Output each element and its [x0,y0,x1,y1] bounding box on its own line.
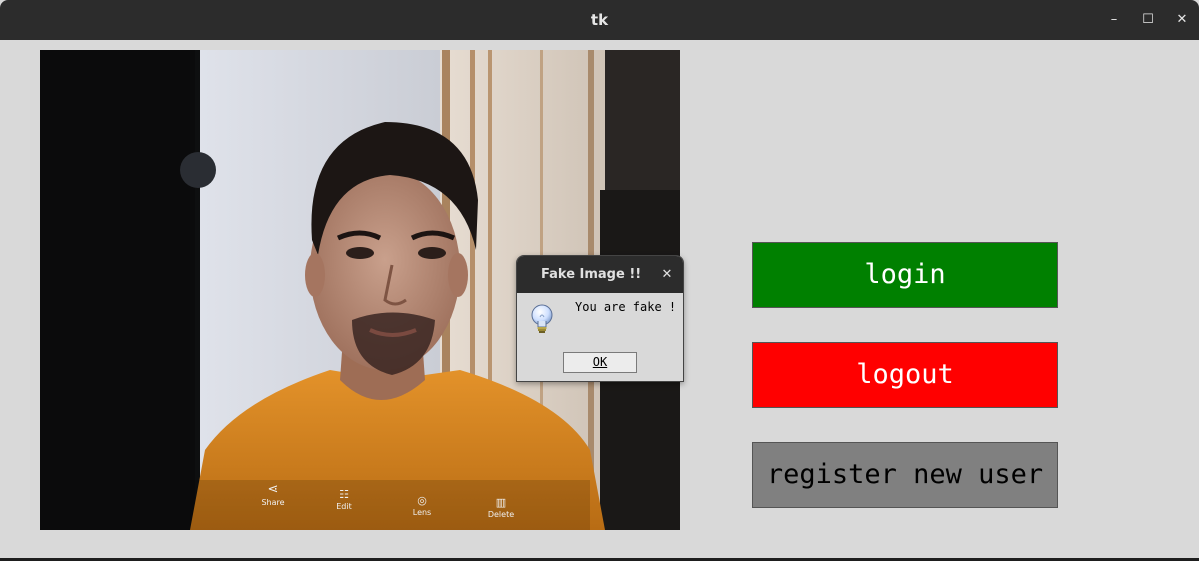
fake-image-dialog: Fake Image !! ✕ You are fake ! OK [516,255,684,382]
delete-label: Delete [487,510,515,519]
share-overlay-item: ⋖ Share [253,482,293,507]
trash-icon: ▥ [495,496,507,509]
minimize-button[interactable]: – [1104,10,1124,30]
window-title: tk [590,11,609,29]
edit-overlay-item: ☷ Edit [324,488,364,511]
lens-label: Lens [412,508,432,517]
title-bar[interactable]: tk – ☐ ✕ [0,0,1199,40]
edit-icon: ☷ [339,488,349,501]
share-label: Share [261,498,285,507]
share-icon: ⋖ [267,482,279,497]
app-window: tk – ☐ ✕ ⋖ Share ☷ Edit ◎ Lens ▥ Delete … [0,0,1199,561]
lens-overlay-item: ◎ Lens [402,494,442,517]
edit-label: Edit [336,502,352,511]
dialog-ok-label: OK [592,355,608,369]
register-new-user-button[interactable]: register new user [752,442,1058,508]
lens-icon: ◎ [417,494,427,507]
close-window-button[interactable]: ✕ [1172,10,1192,30]
dialog-title-bar[interactable]: Fake Image !! ✕ [517,256,683,293]
dialog-title: Fake Image !! [541,267,642,282]
dialog-message: You are fake ! [575,300,677,314]
dialog-close-button[interactable]: ✕ [659,256,675,293]
login-button[interactable]: login [752,242,1058,308]
logout-button[interactable]: logout [752,342,1058,408]
lightbulb-icon [529,303,555,335]
maximize-button[interactable]: ☐ [1138,10,1158,30]
dialog-ok-button[interactable]: OK [563,352,637,373]
delete-overlay-item: ▥ Delete [481,496,521,519]
